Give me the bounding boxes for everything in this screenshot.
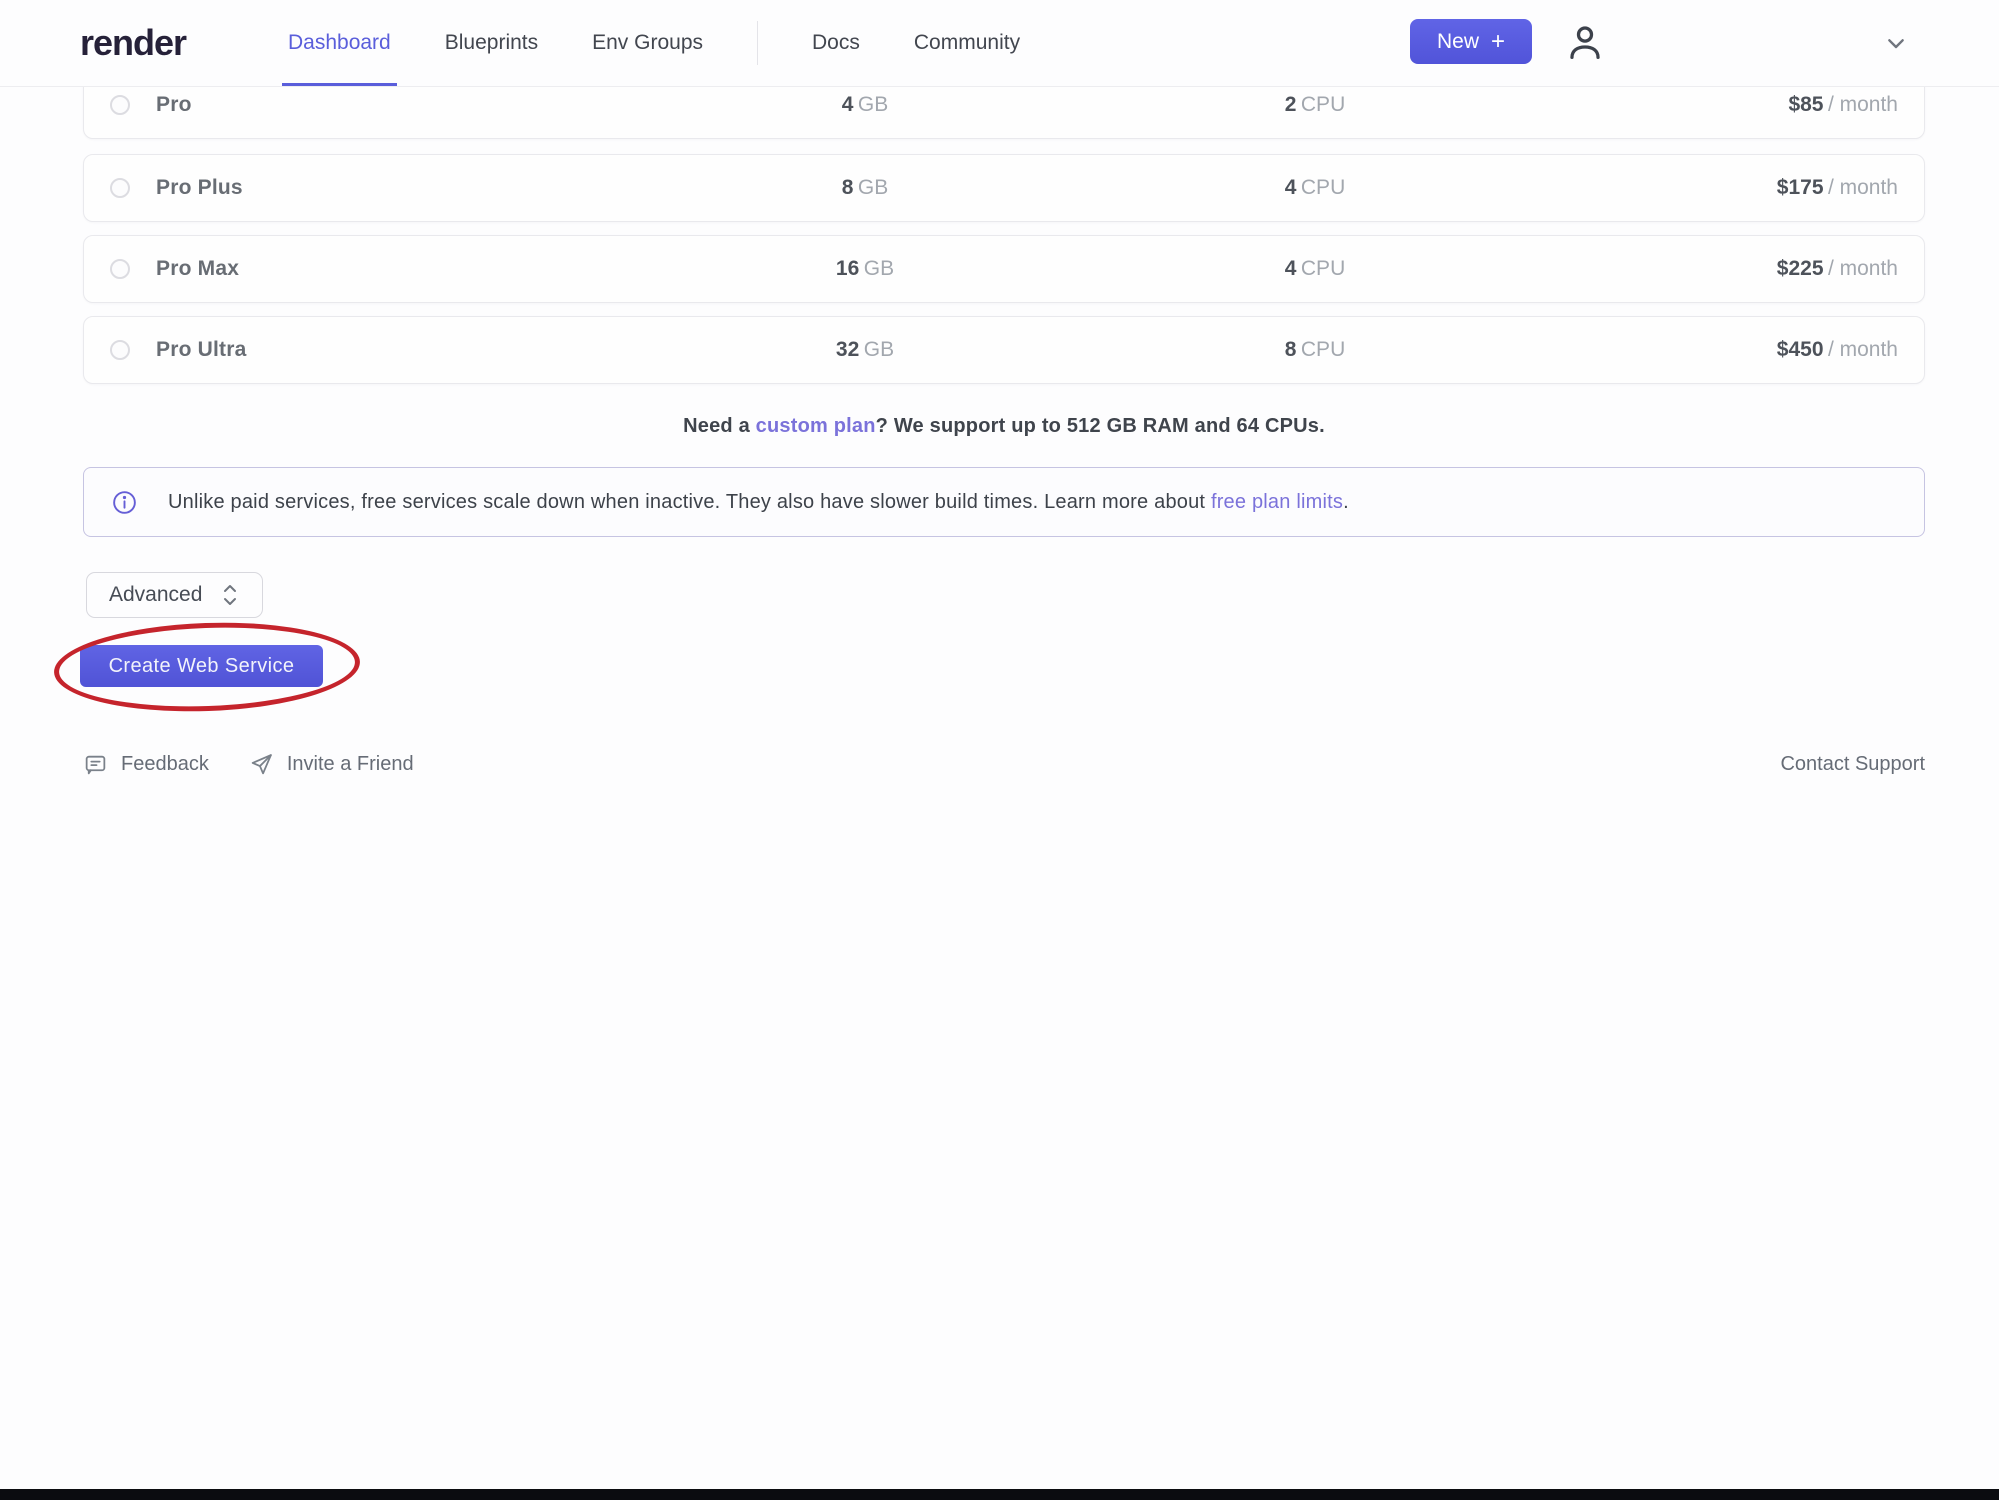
cpu-unit: CPU bbox=[1301, 338, 1345, 361]
feedback-link[interactable]: Feedback bbox=[83, 752, 209, 777]
active-tab-underline bbox=[282, 83, 397, 86]
plan-name: Pro Max bbox=[156, 257, 239, 281]
nav-item-community[interactable]: Community bbox=[914, 0, 1020, 86]
cpu-value: 4 bbox=[1285, 257, 1297, 280]
ram-value: 32 bbox=[836, 338, 859, 361]
plan-name: Pro Plus bbox=[156, 176, 243, 200]
price-value: $175 bbox=[1777, 176, 1824, 199]
feedback-label: Feedback bbox=[121, 753, 209, 776]
ram-unit: GB bbox=[864, 257, 894, 280]
plan-ram-cell: 32 GB bbox=[650, 338, 1080, 362]
invite-a-friend-link[interactable]: Invite a Friend bbox=[249, 752, 414, 777]
plan-price-cell: $85 / month bbox=[1550, 93, 1898, 117]
plan-ram-cell: 16 GB bbox=[650, 257, 1080, 281]
nav-item-blueprints[interactable]: Blueprints bbox=[445, 0, 538, 86]
plus-icon: + bbox=[1491, 30, 1505, 54]
plan-radio[interactable] bbox=[110, 340, 130, 360]
custom-plan-note: Need a custom plan? We support up to 512… bbox=[83, 415, 1925, 438]
plan-ram-cell: 8 GB bbox=[650, 176, 1080, 200]
price-value: $85 bbox=[1788, 93, 1823, 116]
plan-name-cell: Pro Max bbox=[110, 257, 650, 281]
plan-price-cell: $175 / month bbox=[1550, 176, 1898, 200]
notice-body: Unlike paid services, free services scal… bbox=[168, 491, 1211, 513]
plan-cpu-cell: 8 CPU bbox=[1080, 338, 1550, 362]
info-icon bbox=[111, 489, 138, 516]
plan-cpu-cell: 2 CPU bbox=[1080, 93, 1550, 117]
top-navbar: render Dashboard Blueprints Env Groups Docs… bbox=[0, 0, 1999, 87]
ram-value: 16 bbox=[836, 257, 859, 280]
plan-cpu-cell: 4 CPU bbox=[1080, 176, 1550, 200]
plan-row-pro-ultra[interactable]: Pro Ultra32 GB8 CPU$450 / month bbox=[83, 316, 1925, 384]
price-unit: / month bbox=[1828, 338, 1898, 361]
cpu-value: 4 bbox=[1285, 176, 1297, 199]
chevron-down-icon bbox=[1880, 27, 1912, 59]
ram-unit: GB bbox=[858, 176, 888, 199]
notice-suffix: . bbox=[1343, 491, 1349, 513]
new-button-label: New bbox=[1437, 30, 1479, 54]
plan-cpu-cell: 4 CPU bbox=[1080, 257, 1550, 281]
create-web-service-label: Create Web Service bbox=[109, 655, 295, 678]
ram-unit: GB bbox=[864, 338, 894, 361]
cpu-unit: CPU bbox=[1301, 257, 1345, 280]
plan-radio[interactable] bbox=[110, 178, 130, 198]
price-unit: / month bbox=[1828, 93, 1898, 116]
cpu-value: 8 bbox=[1285, 338, 1297, 361]
user-avatar-button[interactable] bbox=[1560, 18, 1610, 68]
page-footer: Feedback Invite a Friend Contact Support bbox=[83, 752, 1925, 777]
plan-ram-cell: 4 GB bbox=[650, 93, 1080, 117]
free-plan-limits-link[interactable]: free plan limits bbox=[1211, 491, 1343, 513]
ram-value: 4 bbox=[842, 93, 854, 116]
plan-name-cell: Pro Ultra bbox=[110, 338, 650, 362]
create-web-service-button[interactable]: Create Web Service bbox=[80, 645, 323, 687]
plan-name-cell: Pro Plus bbox=[110, 176, 650, 200]
bottom-edge-bar bbox=[0, 1489, 1999, 1500]
invite-label: Invite a Friend bbox=[287, 753, 414, 776]
plan-row-pro-plus[interactable]: Pro Plus8 GB4 CPU$175 / month bbox=[83, 154, 1925, 222]
price-unit: / month bbox=[1828, 257, 1898, 280]
custom-plan-suffix: ? We support up to 512 GB RAM and 64 CPU… bbox=[876, 415, 1325, 437]
plan-name-cell: Pro bbox=[110, 93, 650, 117]
plan-name: Pro Ultra bbox=[156, 338, 247, 362]
contact-support-link[interactable]: Contact Support bbox=[1780, 753, 1925, 776]
price-unit: / month bbox=[1828, 176, 1898, 199]
price-value: $450 bbox=[1777, 338, 1824, 361]
nav-item-env-groups[interactable]: Env Groups bbox=[592, 0, 703, 86]
cpu-value: 2 bbox=[1285, 93, 1297, 116]
advanced-label: Advanced bbox=[109, 583, 202, 607]
plan-price-cell: $225 / month bbox=[1550, 257, 1898, 281]
nav-divider bbox=[757, 21, 758, 65]
paper-plane-icon bbox=[249, 752, 274, 777]
custom-plan-prefix: Need a bbox=[683, 415, 756, 437]
plan-name: Pro bbox=[156, 93, 192, 117]
custom-plan-link[interactable]: custom plan bbox=[756, 415, 876, 437]
cpu-unit: CPU bbox=[1301, 93, 1345, 116]
feedback-chat-icon bbox=[83, 752, 108, 777]
render-logo[interactable]: render bbox=[80, 22, 186, 64]
plan-radio[interactable] bbox=[110, 259, 130, 279]
nav-item-docs[interactable]: Docs bbox=[812, 0, 860, 86]
primary-nav: Dashboard Blueprints Env Groups Docs Communi… bbox=[288, 0, 1020, 86]
plan-radio[interactable] bbox=[110, 95, 130, 115]
plan-price-cell: $450 / month bbox=[1550, 338, 1898, 362]
ram-value: 8 bbox=[842, 176, 854, 199]
cpu-unit: CPU bbox=[1301, 176, 1345, 199]
chevron-up-down-icon bbox=[220, 582, 240, 608]
price-value: $225 bbox=[1777, 257, 1824, 280]
notice-text: Unlike paid services, free services scal… bbox=[168, 491, 1349, 514]
person-icon bbox=[1562, 20, 1608, 66]
ram-unit: GB bbox=[858, 93, 888, 116]
nav-item-dashboard[interactable]: Dashboard bbox=[288, 0, 391, 86]
advanced-toggle-button[interactable]: Advanced bbox=[86, 572, 263, 618]
free-plan-notice-banner: Unlike paid services, free services scal… bbox=[83, 467, 1925, 537]
plan-row-pro-max[interactable]: Pro Max16 GB4 CPU$225 / month bbox=[83, 235, 1925, 303]
new-button[interactable]: New + bbox=[1410, 19, 1532, 64]
workspace-dropdown-button[interactable] bbox=[1878, 26, 1914, 60]
